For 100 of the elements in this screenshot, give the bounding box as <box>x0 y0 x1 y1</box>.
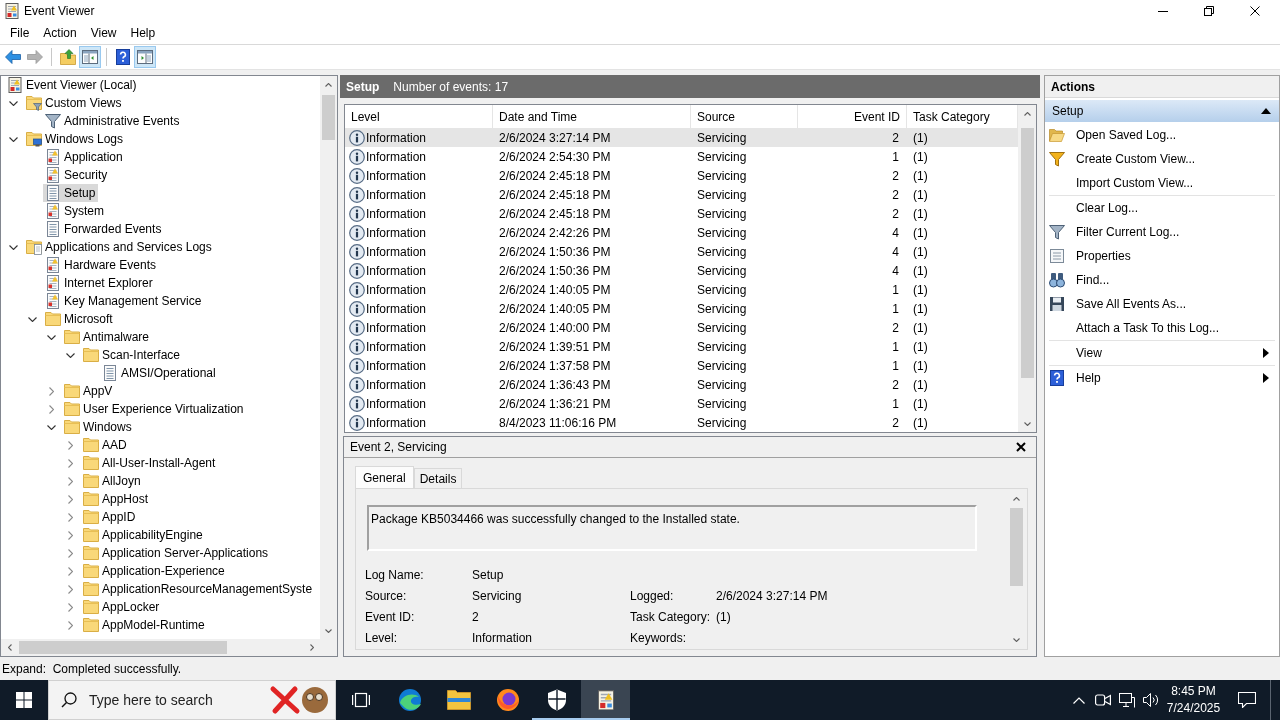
tab[interactable]: Details <box>413 468 463 488</box>
menu-item[interactable]: Help <box>123 23 163 43</box>
help-icon <box>1049 370 1065 386</box>
field-label: Keywords: <box>630 629 688 647</box>
table-cell-text: Servicing <box>697 129 747 147</box>
chevron-right-icon[interactable] <box>67 440 73 450</box>
shield-icon <box>546 689 567 711</box>
folder-icon <box>83 545 99 561</box>
chevron-right-icon[interactable] <box>67 476 73 486</box>
event-log-icon <box>45 257 61 273</box>
table-cell-text: 2/6/2024 1:36:21 PM <box>499 395 611 413</box>
command-item[interactable]: Open Saved Log... <box>1045 123 1279 147</box>
scrollbar-thumb[interactable] <box>19 641 227 654</box>
vertical-scrollbar[interactable] <box>1018 105 1036 432</box>
event-message: Package KB5034466 was successfully changed to the Installed state. <box>371 512 740 526</box>
chevron-down-icon[interactable] <box>8 100 18 106</box>
command-item[interactable]: Find... <box>1045 268 1279 292</box>
chevron-down-icon[interactable] <box>8 136 18 142</box>
forward-arrow-icon <box>27 49 43 65</box>
table-cell-text: (1) <box>913 281 928 299</box>
console-tree-toggle[interactable] <box>79 46 101 68</box>
folder-icon <box>83 527 99 543</box>
command-item[interactable]: Help <box>1045 366 1279 390</box>
field-label: Logged: <box>630 587 675 605</box>
tree-item[interactable]: Application-Experience <box>81 562 228 580</box>
table-cell-text: 2/6/2024 1:36:43 PM <box>499 376 611 394</box>
chevron-right-icon[interactable] <box>67 512 73 522</box>
command-item[interactable]: Create Custom View... <box>1045 147 1279 171</box>
chevron-right-icon[interactable] <box>67 620 73 630</box>
scroll-down-icon <box>325 628 332 633</box>
table-cell-text: Servicing <box>697 243 747 261</box>
search-box[interactable]: Type here to search <box>48 680 336 720</box>
chevron-right-icon[interactable] <box>67 566 73 576</box>
side-pane-toggle[interactable] <box>134 46 156 68</box>
table-cell-text: (1) <box>913 319 928 337</box>
tree-item[interactable]: AppV <box>62 382 116 400</box>
tree-item[interactable]: ApplicabilityEngine <box>81 526 206 544</box>
up-button[interactable] <box>57 46 79 68</box>
chevron-right-icon[interactable] <box>67 530 73 540</box>
tree-item[interactable]: Setup <box>43 184 99 202</box>
chevron-right-icon[interactable] <box>67 494 73 504</box>
clock-time[interactable]: 8:45 PM <box>1171 683 1216 700</box>
tree-item[interactable]: Applications and Services Logs <box>24 238 215 256</box>
command-item[interactable]: Save All Events As... <box>1045 292 1279 316</box>
scrollbar-thumb[interactable] <box>1010 508 1023 586</box>
menu-item[interactable]: View <box>83 23 124 43</box>
command-item[interactable]: Clear Log... <box>1045 196 1279 220</box>
table-cell-text: Servicing <box>697 300 747 318</box>
tree-item[interactable]: Microsoft <box>43 310 116 328</box>
menu-item[interactable]: File <box>3 23 37 43</box>
folder-up-arrow-icon <box>60 49 76 65</box>
chevron-right-icon[interactable] <box>48 404 54 414</box>
event-row[interactable]: Information 2/6/2024 3:27:14 PM Servicing 2 (1) <box>345 128 1018 147</box>
chevron-down-icon[interactable] <box>46 424 56 430</box>
folder-icon <box>64 419 80 435</box>
clock-date[interactable]: 7/24/2025 <box>1166 700 1221 717</box>
table-cell-text: Information <box>366 319 427 337</box>
horizontal-scrollbar[interactable] <box>1 639 320 656</box>
menu-item[interactable]: Action <box>36 23 84 43</box>
chevron-down-icon[interactable] <box>46 334 56 340</box>
tab[interactable]: General <box>355 466 414 488</box>
table-cell-text: Servicing <box>697 224 747 242</box>
info-icon <box>349 186 365 203</box>
chevron-right-icon[interactable] <box>67 584 73 594</box>
command-item[interactable]: Import Custom View... <box>1045 171 1279 195</box>
chevron-right-icon[interactable] <box>67 548 73 558</box>
chevron-right-icon[interactable] <box>67 602 73 612</box>
properties-icon <box>1049 248 1065 264</box>
chevron-up-icon <box>1073 696 1085 704</box>
search-field[interactable]: Type here to search <box>89 688 259 712</box>
event-log-icon <box>45 203 61 219</box>
tree-item[interactable]: AppModel-Runtime <box>81 616 208 634</box>
vertical-scrollbar[interactable] <box>320 76 337 639</box>
camera-icon <box>1095 692 1111 708</box>
chevron-down-icon[interactable] <box>8 244 18 250</box>
table-cell-text: (1) <box>913 148 928 166</box>
table-cell-text: Servicing <box>697 338 747 356</box>
chevron-right-icon[interactable] <box>48 386 54 396</box>
table-cell-text: 2/6/2024 3:27:14 PM <box>499 129 611 147</box>
chevron-down-icon[interactable] <box>65 352 75 358</box>
tree-item[interactable]: AAD <box>81 436 130 454</box>
table-cell-text: 1 <box>892 300 899 318</box>
command-item[interactable]: View <box>1045 341 1279 365</box>
command-item[interactable]: Filter Current Log... <box>1045 220 1279 244</box>
command-item[interactable]: Properties <box>1045 244 1279 268</box>
scrollbar-thumb[interactable] <box>322 95 335 140</box>
scrollbar-thumb[interactable] <box>1020 128 1034 378</box>
tree-item[interactable]: All-User-Install-Agent <box>81 454 219 472</box>
tree-item[interactable]: AppLocker <box>81 598 163 616</box>
chevron-down-icon[interactable] <box>27 316 37 322</box>
collapse-triangle-icon[interactable] <box>1261 108 1271 114</box>
close-icon[interactable] <box>1016 442 1026 452</box>
taskbar-button[interactable] <box>581 680 630 720</box>
table-cell-text: Information <box>366 281 427 299</box>
tree-item[interactable]: Windows <box>62 418 135 436</box>
chevron-right-icon[interactable] <box>67 458 73 468</box>
tree-item[interactable]: Administrative Events <box>43 112 183 130</box>
tree-item[interactable]: Custom Views <box>24 94 125 112</box>
section-header[interactable]: Setup <box>1045 100 1279 122</box>
command-item[interactable]: Attach a Task To this Log... <box>1045 316 1279 340</box>
